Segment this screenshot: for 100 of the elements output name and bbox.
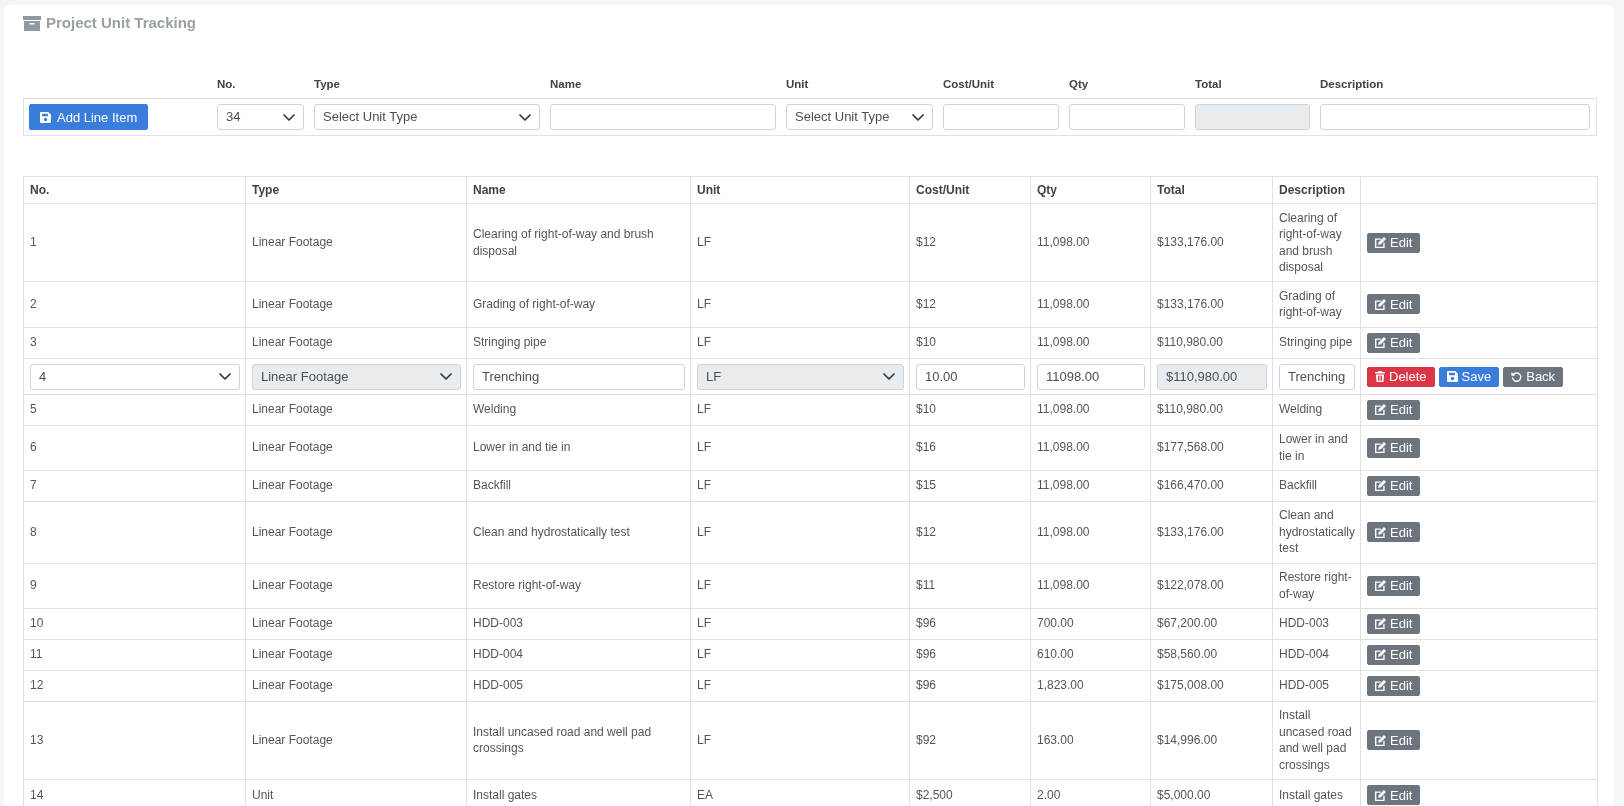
column-header: Unit (690, 176, 910, 204)
table-cell: EA (690, 779, 910, 806)
edit-button[interactable]: Edit (1367, 785, 1421, 806)
table-cell: 11,098.00 (1030, 394, 1151, 426)
table-cell: $96 (909, 670, 1031, 702)
table-cell: LF (690, 470, 910, 502)
table-cell: $14,996.00 (1150, 701, 1273, 780)
edit-button[interactable]: Edit (1367, 613, 1421, 634)
table-cell: 11,098.00 (1030, 327, 1151, 359)
back-button[interactable]: Back (1503, 366, 1564, 387)
pencil-square-icon (1375, 526, 1386, 538)
chevron-down-icon (440, 373, 452, 381)
table-cell: $110,980.00 (1150, 327, 1273, 359)
table-cell: Linear Footage (245, 563, 467, 609)
pencil-square-icon (1375, 580, 1386, 592)
table-cell: Grading of right-of-way (466, 281, 691, 328)
table-cell: Stringing pipe (1272, 327, 1361, 359)
table-cell: $12 (909, 501, 1031, 564)
table-cell: Linear Footage (245, 470, 467, 502)
number-select[interactable]: 34 (217, 104, 304, 130)
table-cell: Linear Footage (245, 501, 467, 564)
edit-button[interactable]: Edit (1367, 675, 1421, 696)
edit-button[interactable]: Edit (1367, 232, 1421, 253)
table-cell: 10 (23, 608, 246, 640)
table-cell: HDD-003 (466, 608, 691, 640)
table-cell: 11,098.00 (1030, 425, 1151, 471)
table-cell: LF (690, 501, 910, 564)
table-cell: LF (690, 670, 910, 702)
table-cell: 12 (23, 670, 246, 702)
unit-select[interactable]: Select Unit Type (786, 104, 933, 130)
table-cell: 11,098.00 (1030, 501, 1151, 564)
table-cell: Linear Footage (245, 639, 467, 671)
edit-button[interactable]: Edit (1367, 575, 1421, 596)
name-field[interactable] (550, 104, 776, 130)
delete-button[interactable]: Delete (1367, 366, 1435, 387)
cost-per-unit-field[interactable]: 10.00 (916, 363, 1025, 390)
table-cell: Linear Footage (245, 608, 467, 640)
table-cell: Linear Footage (245, 327, 467, 359)
save-button[interactable]: Save (1438, 366, 1500, 387)
table-cell: Install gates (1272, 779, 1361, 806)
table-cell: LF (690, 203, 910, 282)
pencil-square-icon (1375, 680, 1386, 692)
number-select[interactable]: 4 (30, 363, 240, 390)
type-select[interactable]: Select Unit Type (314, 104, 540, 130)
edit-button[interactable]: Edit (1367, 475, 1421, 496)
table-cell: 2 (23, 281, 246, 328)
field-label: Qty (1069, 77, 1090, 92)
table-cell: $96 (909, 639, 1031, 671)
table-cell: $122,078.00 (1150, 563, 1273, 609)
chevron-down-icon (519, 113, 531, 121)
edit-button[interactable]: Edit (1367, 399, 1421, 420)
pencil-square-icon (1375, 618, 1386, 630)
name-field[interactable]: Trenching (473, 363, 685, 390)
edit-button[interactable]: Edit (1367, 332, 1421, 353)
column-header: Total (1150, 176, 1273, 204)
field-label: Unit (786, 77, 810, 92)
table-cell: 5 (23, 394, 246, 426)
table-cell: Lower in and tie in (1272, 425, 1361, 471)
cost-per-unit-field[interactable] (943, 104, 1059, 130)
table-cell: 14 (23, 779, 246, 806)
pencil-square-icon (1375, 480, 1386, 492)
table-cell: 7 (23, 470, 246, 502)
edit-button[interactable]: Edit (1367, 644, 1421, 665)
edit-button[interactable]: Edit (1367, 437, 1421, 458)
column-header: Type (245, 176, 467, 204)
table-cell: Linear Footage (245, 203, 467, 282)
table-cell: LF (690, 327, 910, 359)
edit-button[interactable]: Edit (1367, 522, 1421, 543)
column-header: Cost/Unit (909, 176, 1031, 204)
chevron-down-icon (883, 373, 895, 381)
description-field[interactable]: Trenching (1279, 363, 1355, 390)
edit-button[interactable]: Edit (1367, 294, 1421, 315)
description-field[interactable] (1320, 104, 1590, 130)
table-cell: $177,568.00 (1150, 425, 1273, 471)
chevron-down-icon (219, 373, 231, 381)
table-cell: 13 (23, 701, 246, 780)
table-cell: LF (690, 425, 910, 471)
table-cell: 3 (23, 327, 246, 359)
table-cell: LF (690, 608, 910, 640)
table-cell: HDD-003 (1272, 608, 1361, 640)
add-line-item-button[interactable]: Add Line Item (29, 104, 149, 130)
column-header: No. (23, 176, 246, 204)
table-cell: Grading of right-of-way (1272, 281, 1361, 328)
field-label: Cost/Unit (943, 77, 996, 92)
table-cell: Linear Footage (245, 670, 467, 702)
table-cell: $166,470.00 (1150, 470, 1273, 502)
quantity-field[interactable] (1069, 104, 1185, 130)
field-label: No. (217, 77, 237, 92)
archive-box-icon (23, 15, 41, 31)
table-cell: $11 (909, 563, 1031, 609)
table-cell: 1 (23, 203, 246, 282)
column-header: Name (466, 176, 691, 204)
table-cell: LF (690, 639, 910, 671)
table-cell: 11,098.00 (1030, 281, 1151, 328)
table-cell: $2,500 (909, 779, 1031, 806)
table-cell: Linear Footage (245, 425, 467, 471)
table-cell: Restore right-of-way (466, 563, 691, 609)
table-cell: Lower in and tie in (466, 425, 691, 471)
edit-button[interactable]: Edit (1367, 730, 1421, 751)
quantity-field[interactable]: 11098.00 (1037, 363, 1145, 390)
